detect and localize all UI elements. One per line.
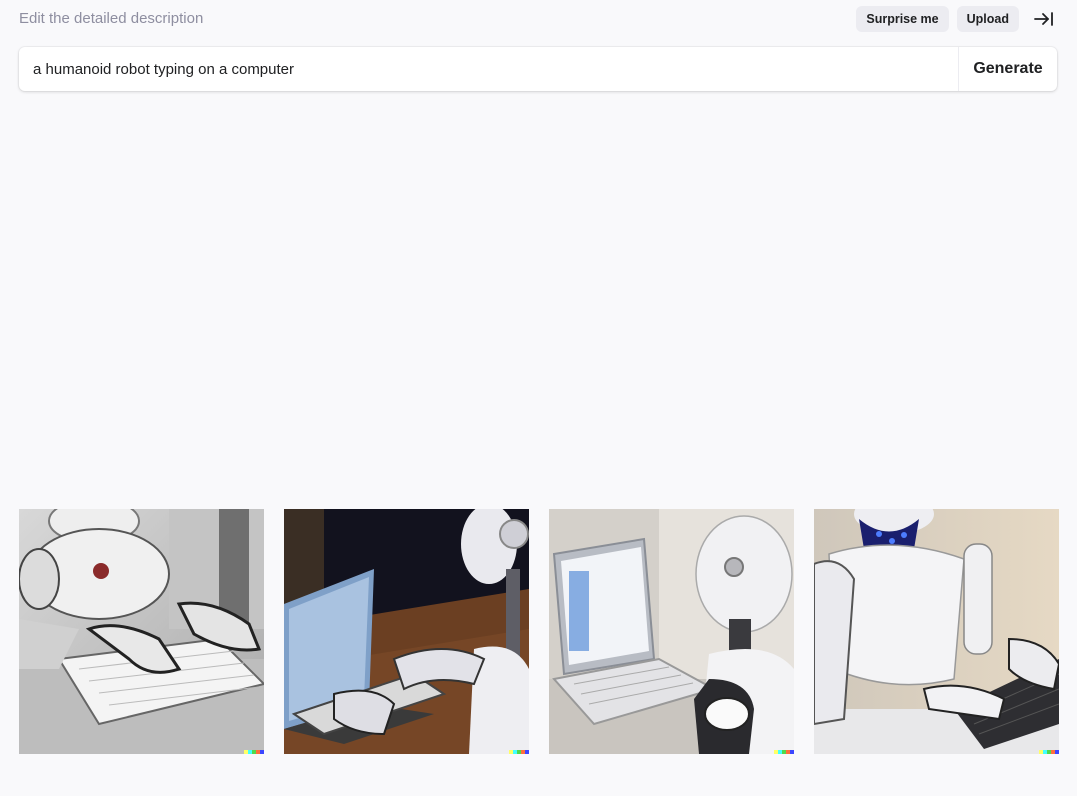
generate-button[interactable]: Generate <box>958 47 1057 91</box>
robot-image <box>19 509 264 754</box>
top-bar: Edit the detailed description Surprise m… <box>19 0 1057 37</box>
robot-image <box>814 509 1059 754</box>
upload-button[interactable]: Upload <box>956 6 1019 32</box>
description-hint: Edit the detailed description <box>19 10 204 27</box>
arrow-right-to-line-icon <box>1034 12 1053 26</box>
top-actions: Surprise me Upload <box>856 6 1057 32</box>
signature-mark <box>774 750 794 754</box>
robot-image <box>284 509 529 754</box>
result-image-3[interactable] <box>549 509 794 754</box>
signature-mark <box>509 750 529 754</box>
prompt-bar: Generate <box>19 47 1057 91</box>
results-grid <box>19 509 1059 754</box>
result-image-2[interactable] <box>284 509 529 754</box>
collapse-panel-button[interactable] <box>1031 6 1057 32</box>
signature-mark <box>1039 750 1059 754</box>
result-image-4[interactable] <box>814 509 1059 754</box>
robot-image <box>549 509 794 754</box>
signature-mark <box>244 750 264 754</box>
result-image-1[interactable] <box>19 509 264 754</box>
surprise-me-button[interactable]: Surprise me <box>856 6 949 32</box>
prompt-input[interactable] <box>19 47 958 91</box>
